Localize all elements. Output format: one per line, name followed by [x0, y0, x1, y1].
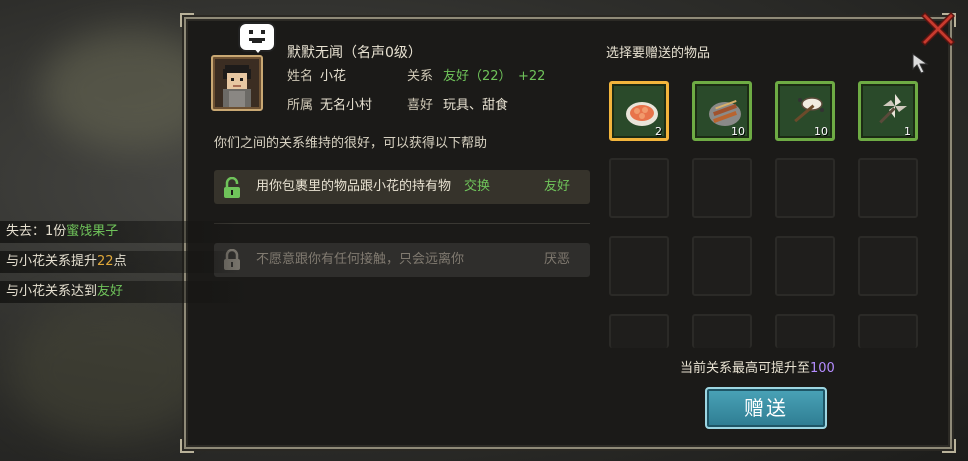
likes-value: 玩具、甜食: [443, 98, 509, 113]
relation-value: 友好（22）: [443, 69, 512, 84]
item-slot-drum-toy[interactable]: 10: [775, 81, 835, 141]
item-count: 10: [731, 125, 745, 138]
frame-corner: [942, 439, 956, 453]
item-slot-pinwheel[interactable]: 1: [858, 81, 918, 141]
help-description: 你们之间的关系维持的很好，可以获得以下帮助: [214, 136, 488, 151]
log-highlight: 22: [97, 254, 114, 269]
relation-delta: +22: [518, 69, 546, 84]
log-message-relation-up: 与小花关系提升22点: [0, 251, 238, 273]
happy-face-icon: [249, 30, 265, 43]
belong-label: 所属: [287, 98, 314, 113]
exchange-action-text: 交换: [464, 179, 491, 194]
npc-portrait: [211, 55, 263, 111]
frame-corner: [180, 13, 194, 27]
empty-item-slot[interactable]: [692, 314, 752, 348]
empty-item-slot[interactable]: [775, 236, 835, 296]
empty-item-slot[interactable]: [775, 314, 835, 348]
log-message-relation-reached: 与小花关系达到友好: [0, 281, 248, 303]
npc-fame-title: 默默无闻（名声0级）: [287, 45, 422, 61]
exchange-required-status: 友好: [544, 179, 571, 194]
frame-corner: [180, 439, 194, 453]
log-text-suffix: 点: [113, 254, 127, 269]
log-text: 与小花关系达到: [6, 284, 98, 299]
log-text: 与小花关系提升: [6, 254, 98, 269]
empty-item-slot[interactable]: [692, 236, 752, 296]
log-message-lost-item: 失去：1份蜜饯果子: [0, 221, 238, 243]
empty-item-slot[interactable]: [775, 158, 835, 218]
empty-item-slot[interactable]: [858, 314, 918, 348]
emote-bubble: [238, 22, 276, 53]
log-text: 失去：1份: [6, 224, 67, 239]
empty-item-slot[interactable]: [858, 236, 918, 296]
max-relation-prefix: 当前关系最高可提升至: [680, 361, 811, 376]
close-icon: [920, 11, 956, 47]
empty-item-slot[interactable]: [692, 158, 752, 218]
empty-item-slot[interactable]: [609, 236, 669, 296]
exchange-option[interactable]: 用你包裹里的物品跟小花的持有物 交换 友好: [214, 170, 590, 204]
item-slot-skewers[interactable]: 10: [692, 81, 752, 141]
empty-item-slot[interactable]: [858, 158, 918, 218]
log-highlight: 友好: [97, 284, 124, 299]
relation-label: 关系: [407, 69, 434, 84]
item-count: 1: [904, 125, 911, 138]
item-count: 10: [814, 125, 828, 138]
section-divider: [214, 223, 590, 224]
gift-section-title: 选择要赠送的物品: [606, 46, 711, 61]
empty-item-slot[interactable]: [609, 158, 669, 218]
item-count: 2: [655, 125, 662, 138]
log-highlight: 蜜饯果子: [66, 224, 119, 239]
empty-item-slot[interactable]: [609, 314, 669, 348]
name-label: 姓名: [287, 69, 314, 84]
exchange-option-text: 用你包裹里的物品跟小花的持有物: [256, 179, 452, 194]
close-button[interactable]: [918, 8, 958, 48]
max-relation-value: 100: [810, 361, 835, 376]
avoid-option-text: 不愿意跟你有任何接触，只会远离你: [256, 252, 465, 267]
name-value: 小花: [320, 69, 347, 84]
max-relation-text: 当前关系最高可提升至100: [680, 361, 835, 377]
avoid-required-status: 厌恶: [544, 252, 571, 267]
belong-value: 无名小村: [320, 98, 373, 113]
item-slot-shrimp-dish[interactable]: 2: [609, 81, 669, 141]
cursor-icon: [912, 53, 929, 74]
likes-label: 喜好: [407, 98, 434, 113]
gift-button[interactable]: 赠送: [705, 387, 827, 429]
avoid-option: 不愿意跟你有任何接触，只会远离你 厌恶: [214, 243, 590, 277]
unlocked-icon: [224, 177, 240, 198]
background-scene-lower: [10, 300, 210, 440]
npc-avatar: [223, 65, 251, 107]
